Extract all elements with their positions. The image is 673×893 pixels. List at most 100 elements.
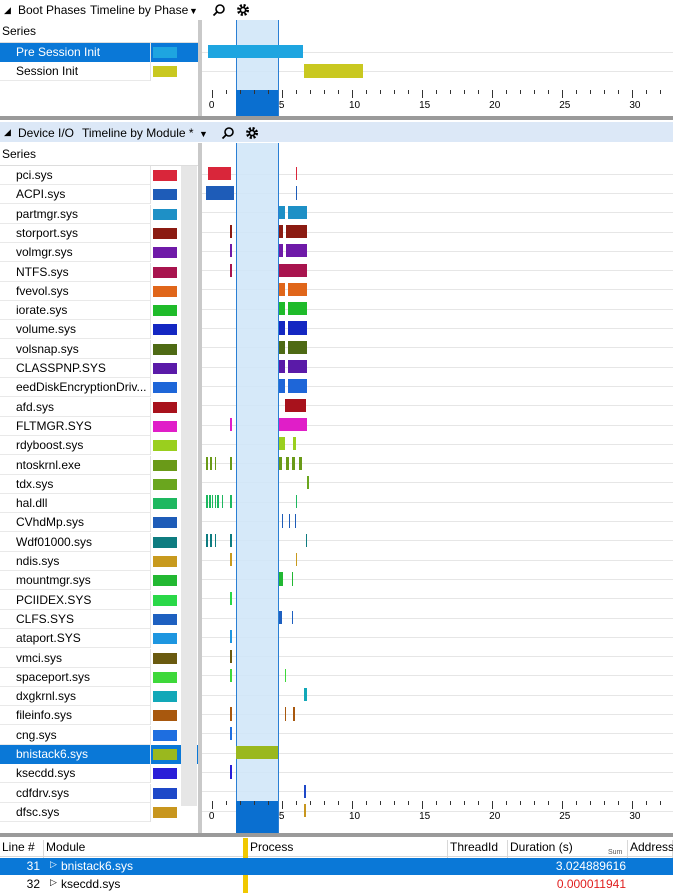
timeline-bar[interactable]	[214, 495, 217, 509]
timeline-bar[interactable]	[293, 437, 296, 451]
timeline-bar[interactable]	[235, 746, 278, 760]
series-row[interactable]: volsnap.sys	[0, 339, 198, 359]
series-row[interactable]: partmgr.sys	[0, 204, 198, 224]
timeline-bar[interactable]	[284, 707, 287, 721]
timeline-bar[interactable]	[295, 186, 298, 200]
series-row[interactable]: volume.sys	[0, 320, 198, 340]
timeline-bar[interactable]	[230, 765, 232, 779]
timeline-bar[interactable]	[206, 533, 208, 547]
series-row[interactable]: ndis.sys	[0, 552, 198, 571]
series-row[interactable]: ntoskrnl.exe	[0, 455, 198, 475]
series-row[interactable]: fvevol.sys	[0, 281, 198, 301]
series-row[interactable]: hal.dll	[0, 494, 198, 514]
timeline-bar[interactable]	[207, 167, 232, 181]
timeline-bar[interactable]	[279, 456, 282, 470]
timeline-bar[interactable]	[304, 64, 364, 78]
panel-divider[interactable]	[0, 116, 673, 120]
series-row[interactable]: vmci.sys	[0, 648, 198, 668]
search-icon[interactable]	[212, 3, 226, 17]
timeline-bar[interactable]	[279, 572, 284, 586]
timeline-bar[interactable]	[304, 688, 308, 702]
series-row[interactable]: ACPI.sys	[0, 185, 198, 205]
timeline-bar[interactable]	[307, 475, 309, 490]
series-row[interactable]: ataport.SYS	[0, 629, 198, 649]
timeline-bar[interactable]	[286, 244, 308, 258]
timeline-bar[interactable]	[279, 360, 285, 374]
timeline-bar[interactable]	[295, 553, 298, 567]
timeline-bar[interactable]	[211, 495, 214, 509]
axis-selection[interactable]	[235, 90, 278, 118]
series-row[interactable]: mountmgr.sys	[0, 571, 198, 591]
timeline-bar[interactable]	[210, 533, 212, 547]
series-row[interactable]: bnistack6.sys	[0, 745, 198, 764]
timeline-bar[interactable]	[279, 224, 284, 239]
timeline-bar[interactable]	[209, 495, 211, 509]
vertical-scrollbar[interactable]	[181, 166, 197, 806]
series-row[interactable]: CLFS.SYS	[0, 609, 198, 629]
timeline-bar[interactable]	[291, 610, 294, 625]
timeline-bar[interactable]	[305, 533, 308, 547]
view-selector[interactable]: Timeline by Phase	[90, 3, 188, 17]
series-row[interactable]: Session Init	[0, 62, 198, 82]
series-row[interactable]: volmgr.sys	[0, 243, 198, 263]
timeline-bar[interactable]	[287, 340, 308, 354]
timeline-bar[interactable]	[291, 456, 295, 470]
timeline-bar[interactable]	[230, 244, 232, 258]
series-row[interactable]: iorate.sys	[0, 301, 198, 321]
series-row[interactable]: rdyboost.sys	[0, 436, 198, 456]
timeline-bar[interactable]	[281, 514, 284, 528]
series-row[interactable]: afd.sys	[0, 397, 198, 417]
series-row[interactable]: NTFS.sys	[0, 262, 198, 282]
timeline-bar[interactable]	[206, 186, 235, 200]
timeline-bar[interactable]	[230, 417, 232, 432]
series-row[interactable]: CLASSPNP.SYS	[0, 359, 198, 378]
gear-icon[interactable]	[245, 126, 259, 140]
timeline-bar[interactable]	[279, 302, 285, 316]
timeline-bar[interactable]	[207, 45, 303, 59]
selection-edge-left[interactable]	[235, 143, 237, 833]
series-row[interactable]: dxgkrnl.sys	[0, 687, 198, 707]
timeline-bar[interactable]	[279, 205, 285, 219]
timeline-bar[interactable]	[304, 803, 306, 818]
table-row[interactable]: 32 ▷ ksecdd.sys 0.000011941	[0, 876, 673, 893]
series-row[interactable]: CVhdMp.sys	[0, 513, 198, 533]
timeline-bar[interactable]	[279, 263, 308, 277]
chevron-down-icon[interactable]: ▼	[189, 6, 198, 16]
timeline-bar[interactable]	[230, 224, 232, 239]
chevron-down-icon[interactable]: ▼	[199, 129, 208, 139]
series-row[interactable]: fileinfo.sys	[0, 706, 198, 726]
timeline-bar[interactable]	[286, 456, 289, 470]
timeline-bar[interactable]	[286, 224, 308, 239]
timeline-bar[interactable]	[291, 572, 294, 586]
timeline-bar[interactable]	[287, 321, 308, 335]
timeline-bar[interactable]	[230, 263, 232, 277]
timeline-bar[interactable]	[304, 784, 306, 798]
timeline-bar[interactable]	[279, 379, 285, 393]
timeline-bar[interactable]	[294, 514, 297, 528]
series-row[interactable]: dfsc.sys	[0, 802, 198, 822]
series-row[interactable]: PCIIDEX.SYS	[0, 590, 198, 610]
panel-divider[interactable]	[0, 833, 673, 837]
timeline-bar[interactable]	[279, 437, 285, 451]
timeline-bar[interactable]	[295, 167, 298, 181]
timeline-bar[interactable]	[217, 495, 219, 509]
timeline-bar[interactable]	[287, 205, 308, 219]
table-row[interactable]: 31 ▷ bnistack6.sys 3.024889616	[0, 858, 673, 875]
series-row[interactable]: cdfdrv.sys	[0, 783, 198, 803]
timeline-bar[interactable]	[230, 726, 232, 740]
timeline-bar[interactable]	[210, 456, 212, 470]
series-row[interactable]: cng.sys	[0, 725, 198, 745]
timeline-bar[interactable]	[214, 456, 217, 470]
timeline-bar[interactable]	[230, 533, 232, 547]
timeline-bar[interactable]	[284, 398, 306, 412]
timeline-bar[interactable]	[221, 495, 224, 509]
timeline-bar[interactable]	[230, 630, 232, 644]
view-selector[interactable]: Timeline by Module *	[82, 126, 194, 140]
timeline-bar[interactable]	[230, 649, 232, 663]
series-row[interactable]: tdx.sys	[0, 474, 198, 494]
expand-icon[interactable]: ▷	[50, 877, 57, 888]
series-row[interactable]: ksecdd.sys	[0, 764, 198, 784]
timeline-bar[interactable]	[293, 707, 295, 721]
timeline-bar[interactable]	[214, 533, 217, 547]
search-icon[interactable]	[221, 126, 235, 140]
